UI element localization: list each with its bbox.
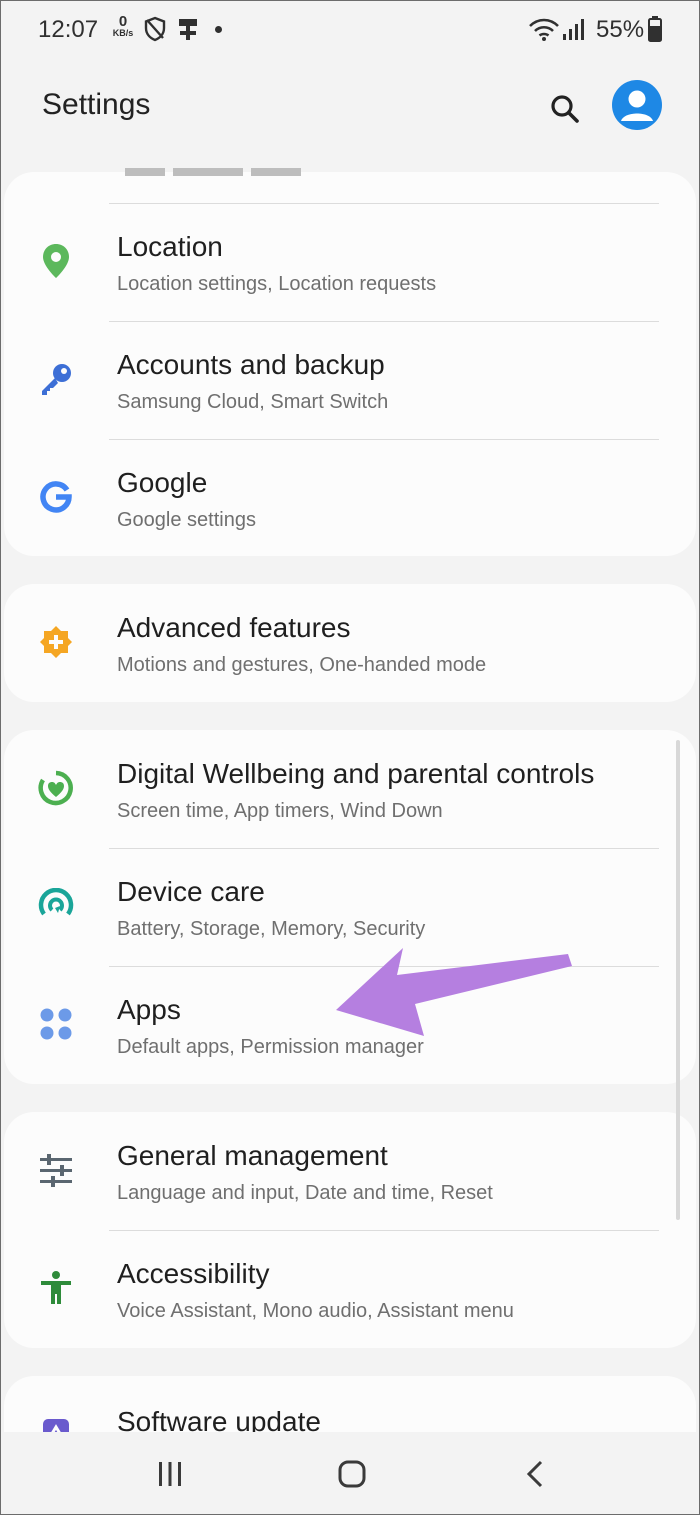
item-subtitle: Google settings bbox=[117, 509, 256, 531]
settings-item-general-management[interactable]: General management Language and input, D… bbox=[4, 1112, 696, 1230]
scrollbar[interactable] bbox=[676, 740, 680, 1220]
settings-item-accounts-backup[interactable]: Accounts and backup Samsung Cloud, Smart… bbox=[4, 321, 696, 439]
item-title: Google bbox=[117, 467, 208, 498]
battery-percent: 55% bbox=[596, 16, 645, 43]
shield-off-icon bbox=[143, 16, 167, 47]
item-subtitle: Screen time, App timers, Wind Down bbox=[117, 800, 443, 822]
navigation-bar bbox=[0, 1432, 700, 1515]
item-title: Advanced features bbox=[117, 612, 351, 643]
item-title: Accounts and backup bbox=[117, 349, 385, 380]
item-subtitle: Samsung Cloud, Smart Switch bbox=[117, 391, 389, 413]
battery-icon bbox=[648, 16, 662, 47]
net-speed-indicator: 0 KB/s bbox=[110, 14, 136, 38]
advanced-features-icon bbox=[36, 622, 76, 662]
settings-card-advanced: Advanced features Motions and gestures, … bbox=[4, 584, 696, 702]
back-button[interactable] bbox=[505, 1452, 565, 1496]
status-time: 12:07 bbox=[38, 16, 99, 43]
item-subtitle: Voice Assistant, Mono audio, Assistant m… bbox=[117, 1300, 514, 1322]
settings-card-software: Software update bbox=[4, 1376, 696, 1432]
settings-item-device-care[interactable]: Device care Battery, Storage, Memory, Se… bbox=[4, 848, 696, 966]
item-subtitle: Battery, Storage, Memory, Security bbox=[117, 918, 426, 940]
status-bar: 12:07 0 KB/s 55% bbox=[0, 0, 700, 62]
profile-button[interactable] bbox=[612, 80, 662, 130]
item-title: Digital Wellbeing and parental controls bbox=[117, 758, 595, 789]
settings-card-general: General management Language and input, D… bbox=[4, 1112, 696, 1348]
home-button[interactable] bbox=[322, 1452, 382, 1496]
clipped-row-text bbox=[117, 166, 417, 184]
net-speed-value: 0 bbox=[118, 13, 128, 30]
item-subtitle: Language and input, Date and time, Reset bbox=[117, 1182, 493, 1204]
net-speed-unit: KB/s bbox=[112, 28, 134, 38]
apps-grid-icon bbox=[36, 1004, 76, 1044]
item-subtitle: Motions and gestures, One-handed mode bbox=[117, 654, 487, 676]
item-title: Accessibility bbox=[117, 1258, 270, 1289]
settings-card-device: Digital Wellbeing and parental controls … bbox=[4, 730, 696, 1084]
item-title: Software update bbox=[117, 1406, 321, 1432]
page-title: Settings bbox=[42, 88, 151, 121]
recent-apps-icon bbox=[159, 1462, 181, 1486]
item-title: Location bbox=[117, 231, 223, 262]
signal-icon bbox=[562, 17, 584, 46]
settings-item-advanced-features[interactable]: Advanced features Motions and gestures, … bbox=[4, 584, 696, 702]
device-care-icon bbox=[36, 886, 76, 926]
item-title: Apps bbox=[117, 994, 181, 1025]
settings-item-accessibility[interactable]: Accessibility Voice Assistant, Mono audi… bbox=[4, 1230, 696, 1348]
search-button[interactable] bbox=[540, 84, 590, 134]
settings-item-location[interactable]: Location Location settings, Location req… bbox=[4, 203, 696, 321]
item-title: Device care bbox=[117, 876, 265, 907]
recent-apps-button[interactable] bbox=[140, 1452, 200, 1496]
item-title: General management bbox=[117, 1140, 388, 1171]
settings-item-digital-wellbeing[interactable]: Digital Wellbeing and parental controls … bbox=[4, 730, 696, 848]
settings-card-connections: Location Location settings, Location req… bbox=[4, 168, 696, 557]
settings-item-software-update[interactable]: Software update bbox=[4, 1376, 696, 1432]
profile-avatar-icon bbox=[621, 90, 653, 121]
software-update-icon bbox=[36, 1412, 76, 1432]
accessibility-icon bbox=[36, 1268, 76, 1308]
usb-debug-icon bbox=[177, 16, 199, 47]
search-icon bbox=[551, 95, 579, 123]
wifi-icon bbox=[528, 18, 560, 47]
notification-dot-icon bbox=[215, 26, 222, 33]
google-g-icon bbox=[36, 477, 76, 517]
settings-item-google[interactable]: Google Google settings bbox=[4, 439, 696, 557]
back-icon bbox=[526, 1460, 543, 1488]
item-subtitle: Location settings, Location requests bbox=[117, 273, 437, 295]
settings-item-apps[interactable]: Apps Default apps, Permission manager bbox=[4, 966, 696, 1084]
app-header: Settings bbox=[0, 62, 700, 162]
wellbeing-heart-icon bbox=[36, 768, 76, 808]
home-icon bbox=[338, 1460, 366, 1488]
location-pin-icon bbox=[36, 241, 76, 281]
key-icon bbox=[36, 359, 76, 399]
item-subtitle: Default apps, Permission manager bbox=[117, 1036, 424, 1058]
sliders-icon bbox=[36, 1150, 76, 1190]
